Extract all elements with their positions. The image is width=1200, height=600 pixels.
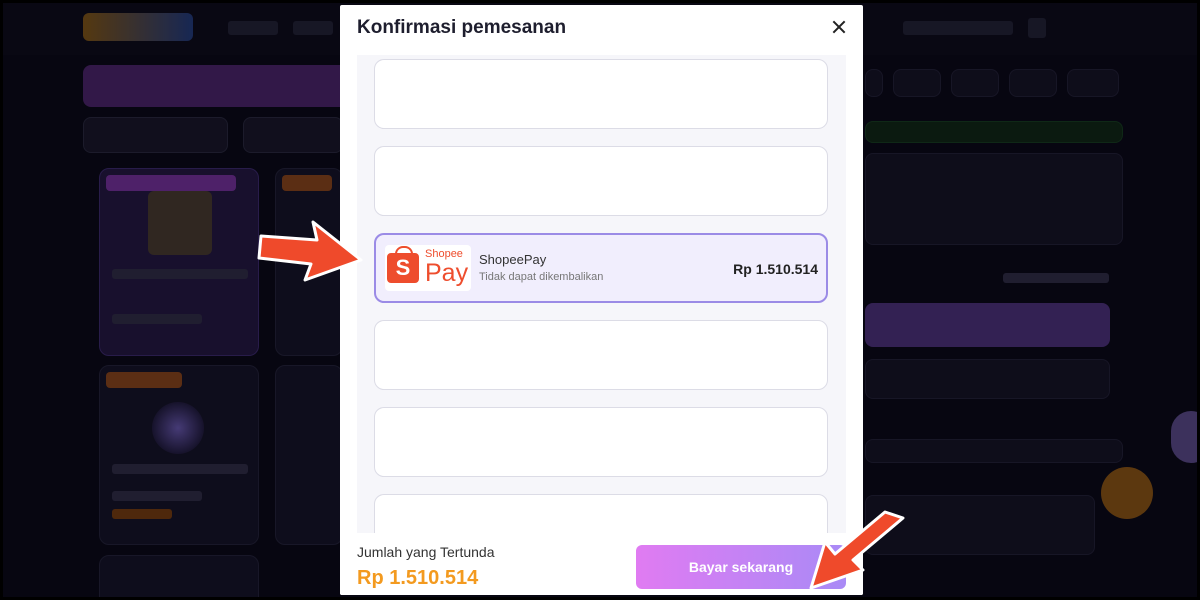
pending-amount-label: Jumlah yang Tertunda [357, 544, 495, 560]
order-confirmation-dialog: Konfirmasi pemesanan S Shopee Pay Shopee… [340, 5, 863, 595]
payment-option-name: ShopeePay [479, 252, 547, 267]
dialog-footer: Jumlah yang Tertunda Rp 1.510.514 Bayar … [340, 533, 863, 595]
payment-option-amount: Rp 1.510.514 [733, 261, 818, 277]
annotation-arrow-shopeepay [257, 220, 363, 282]
dialog-header: Konfirmasi pemesanan [340, 5, 863, 51]
annotation-arrow-pay-button [809, 510, 905, 590]
payment-option-shopeepay[interactable]: S Shopee Pay ShopeePay Tidak dapat dikem… [374, 233, 828, 303]
pay-logo-text: Pay [425, 259, 469, 287]
payment-option[interactable] [374, 146, 828, 216]
payment-option[interactable] [374, 59, 828, 129]
shopee-bag-icon: S [387, 246, 419, 283]
payment-option[interactable] [374, 494, 828, 533]
dialog-title: Konfirmasi pemesanan [357, 17, 567, 38]
shopeepay-logo: S Shopee Pay [385, 245, 471, 291]
pending-amount-value: Rp 1.510.514 [357, 567, 479, 589]
payment-option[interactable] [374, 407, 828, 477]
close-icon[interactable] [829, 17, 849, 37]
payment-option-note: Tidak dapat dikembalikan [479, 271, 604, 283]
payment-method-list[interactable]: S Shopee Pay ShopeePay Tidak dapat dikem… [357, 55, 846, 533]
payment-option[interactable] [374, 320, 828, 390]
